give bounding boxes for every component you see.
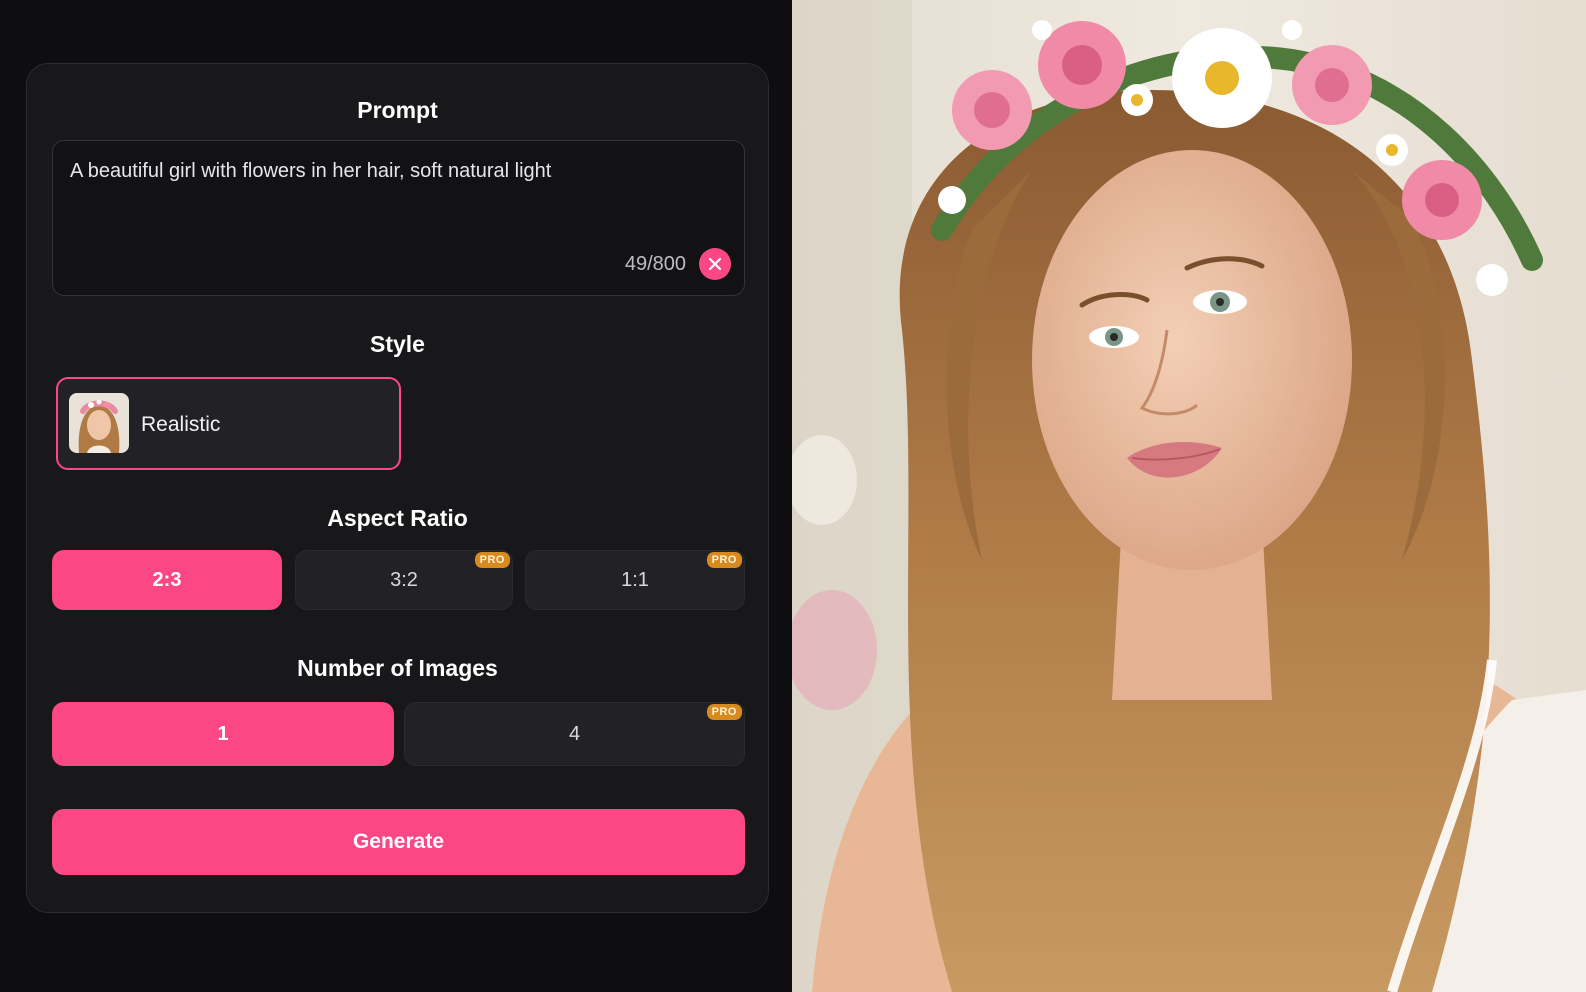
clear-prompt-button[interactable] [699, 248, 731, 280]
prompt-title: Prompt [357, 97, 438, 123]
num-images-option-label: 1 [217, 722, 229, 745]
style-option-realistic[interactable]: Realistic [56, 377, 401, 470]
prompt-text[interactable]: A beautiful girl with flowers in her hai… [70, 159, 724, 183]
pro-badge: PRO [706, 704, 742, 720]
aspect-option-label: 3:2 [390, 568, 418, 591]
generator-panel: Prompt A beautiful girl with flowers in … [26, 63, 769, 913]
aspect-option-1-1[interactable]: 1:1 PRO [525, 550, 745, 610]
style-label: Realistic [141, 413, 221, 436]
num-images-option-4[interactable]: 4 PRO [404, 702, 745, 766]
pro-badge: PRO [706, 552, 742, 568]
aspect-option-label: 2:3 [152, 568, 182, 591]
style-title: Style [370, 331, 425, 357]
generated-image-preview [792, 0, 1586, 992]
num-images-option-1[interactable]: 1 [52, 702, 394, 766]
settings-pane: Prompt A beautiful girl with flowers in … [0, 0, 792, 992]
aspect-option-2-3[interactable]: 2:3 [52, 550, 282, 610]
number-of-images-title: Number of Images [297, 655, 498, 681]
aspect-ratio-title: Aspect Ratio [327, 505, 468, 531]
aspect-option-label: 1:1 [621, 568, 649, 591]
aspect-option-3-2[interactable]: 3:2 PRO [295, 550, 513, 610]
num-images-option-label: 4 [568, 722, 581, 745]
generate-button[interactable]: Generate [52, 809, 745, 875]
pro-badge: PRO [474, 552, 510, 568]
char-counter: 49/800 [624, 253, 686, 275]
style-thumbnail [69, 393, 129, 453]
prompt-textarea[interactable]: A beautiful girl with flowers in her hai… [52, 140, 745, 296]
close-icon [708, 257, 722, 271]
portrait-image [792, 0, 1586, 992]
